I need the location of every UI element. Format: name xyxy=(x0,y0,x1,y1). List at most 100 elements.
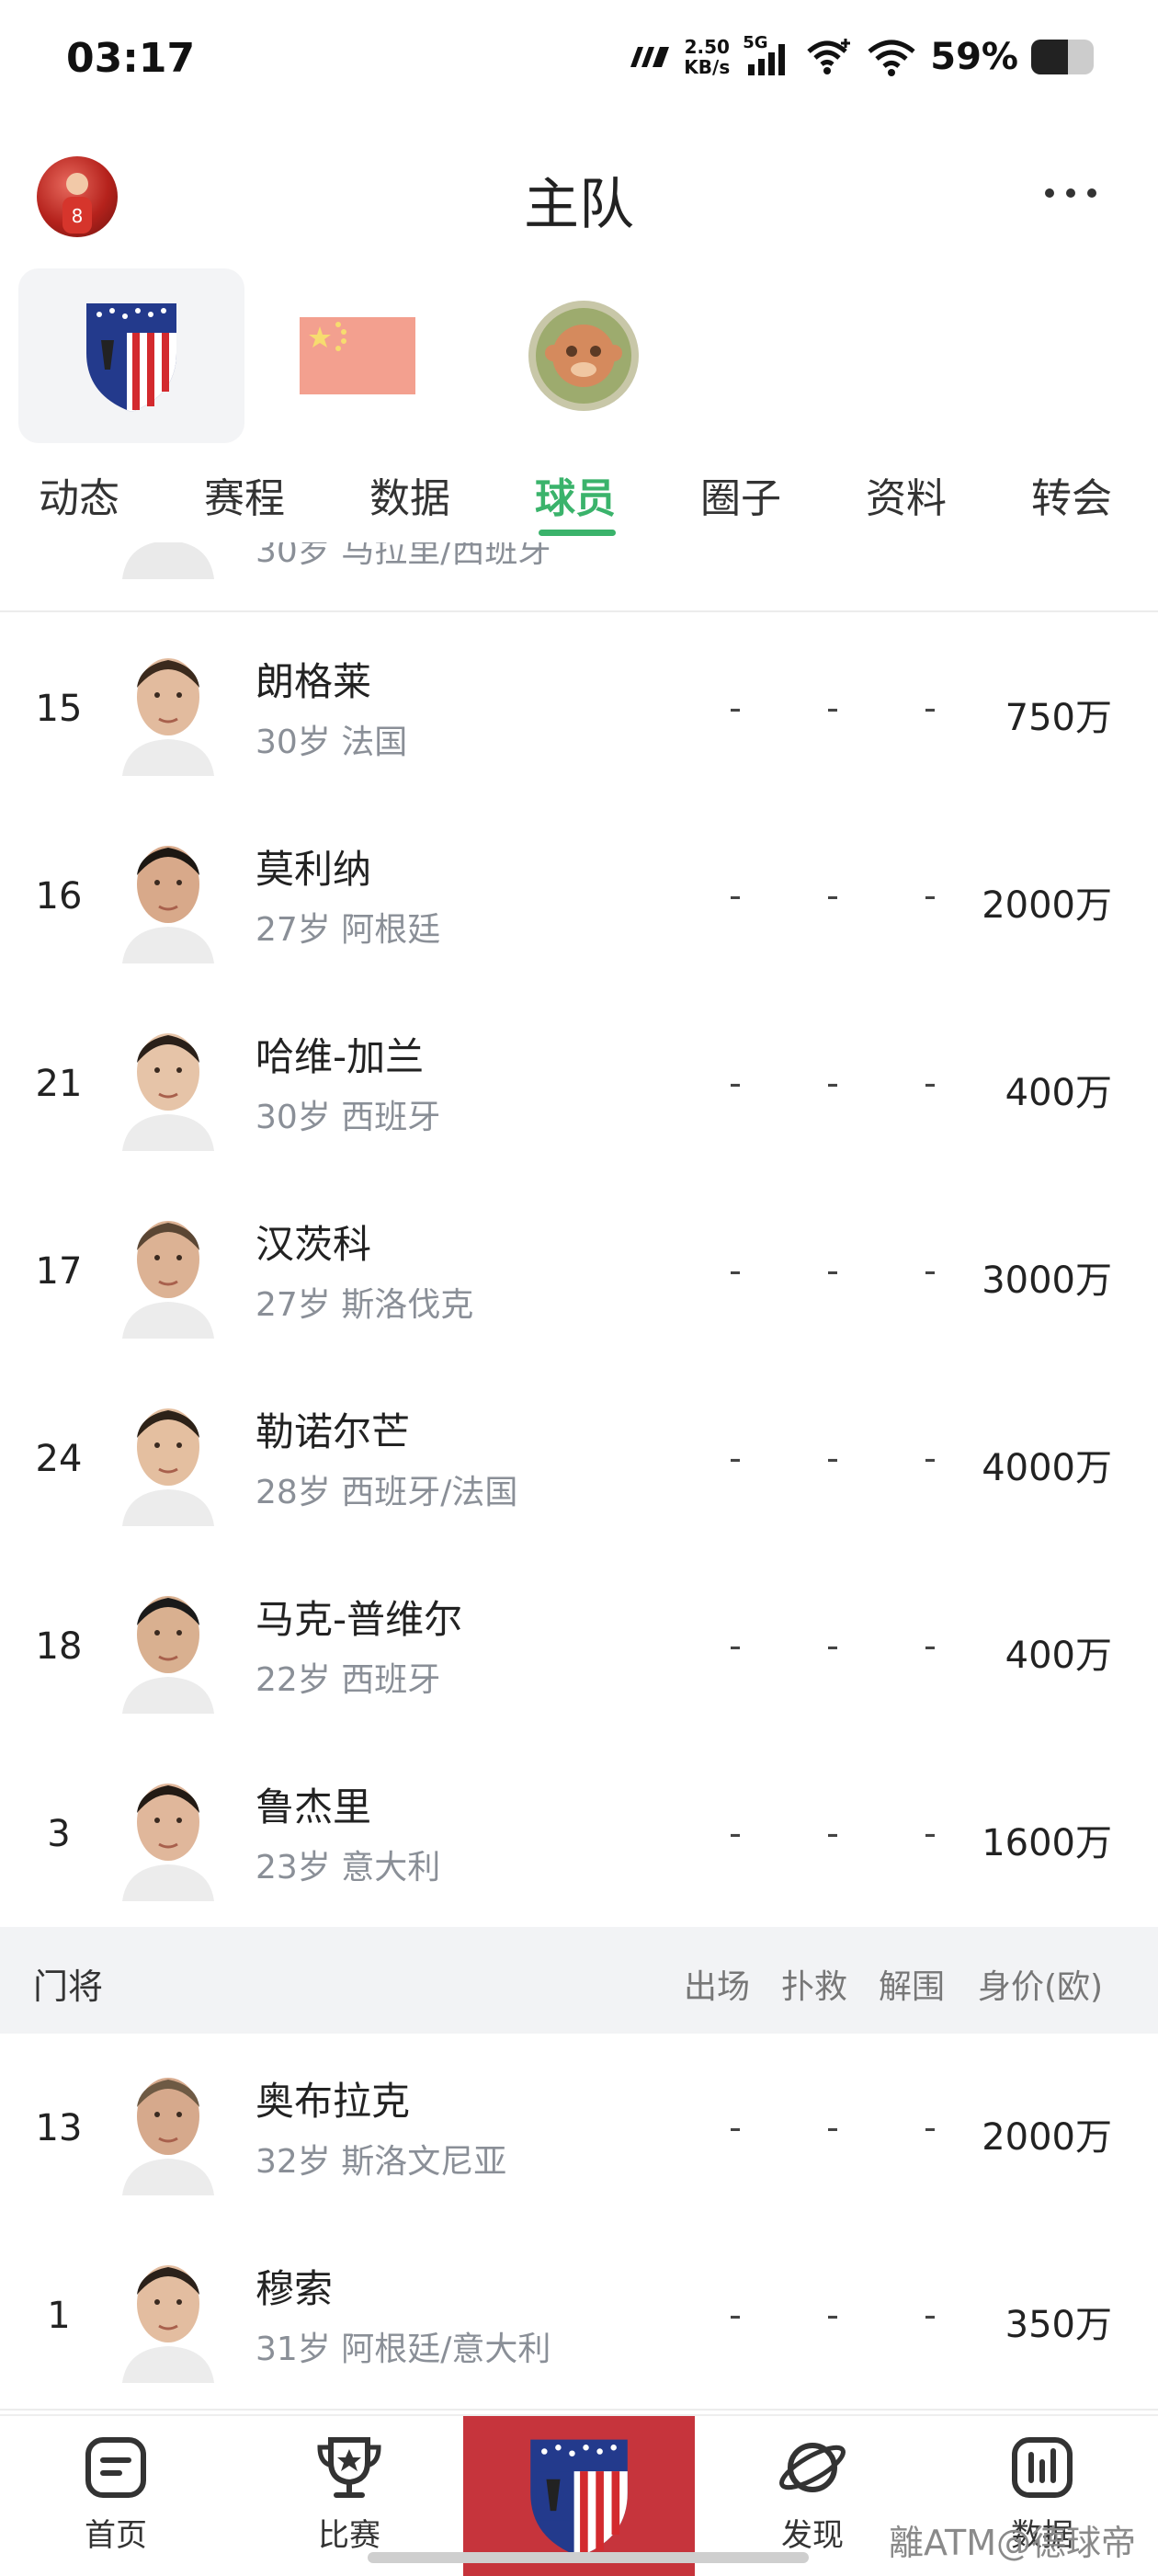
player-name: 朗格莱 xyxy=(255,659,372,704)
player-list: 30岁 马拉里/西班牙 15 朗格莱 30岁 法国 - - - 750万 16 莫利纳 27岁 阿… xyxy=(0,542,1158,2414)
tab-discover[interactable]: 发现 xyxy=(739,2434,886,2555)
player-number: 21 xyxy=(35,1063,83,1105)
player-info: 30岁 西班牙 xyxy=(255,1099,441,1136)
player-number: 24 xyxy=(35,1438,83,1480)
stat-appearances: - xyxy=(729,1438,742,1478)
tab-6[interactable]: 转会 xyxy=(1031,465,1112,524)
team-tab-atletico[interactable] xyxy=(18,268,244,443)
tab-home[interactable]: 首页 xyxy=(42,2434,189,2555)
section-title: 门将 xyxy=(33,1966,104,2007)
player-photo xyxy=(122,1408,214,1526)
atletico-madrid-crest-icon xyxy=(86,303,176,412)
stat-appearances: - xyxy=(729,688,742,728)
player-name: 哈维-加兰 xyxy=(255,1034,425,1079)
stat-saves: - xyxy=(826,1625,839,1666)
player-number: 3 xyxy=(47,1813,71,1855)
stat-saves: - xyxy=(826,2295,839,2335)
battery-level-fill xyxy=(1031,40,1069,74)
market-value: 400万 xyxy=(1005,1072,1112,1114)
player-photo xyxy=(122,542,214,579)
player-number: 16 xyxy=(35,875,83,918)
player-info: 31岁 阿根廷/意大利 xyxy=(255,2331,551,2368)
table-row[interactable]: 15 朗格莱 30岁 法国 - - -750万 xyxy=(0,614,1158,804)
stat-saves: - xyxy=(826,2107,839,2148)
player-photo xyxy=(122,1596,214,1714)
player-info: 27岁 斯洛伐克 xyxy=(255,1286,474,1324)
tab-0[interactable]: 动态 xyxy=(39,465,119,524)
table-row[interactable]: 16 莫利纳 27岁 阿根廷 - - -2000万 xyxy=(0,802,1158,991)
battery-icon xyxy=(1031,40,1094,74)
player-photo xyxy=(122,2265,214,2383)
tab-1[interactable]: 赛程 xyxy=(204,465,285,524)
player-number: 15 xyxy=(35,688,83,730)
team-tab-club[interactable] xyxy=(471,268,697,443)
table-row[interactable]: 24 勒诺尔芒 28岁 西班牙/法国 - - -4000万 xyxy=(0,1364,1158,1554)
bar-chart-icon xyxy=(1012,2437,1073,2498)
active-tab-indicator xyxy=(539,530,616,536)
player-name: 鲁杰里 xyxy=(255,1784,372,1829)
signal-brand-icon xyxy=(630,47,670,67)
column-header-appearances: 出场 xyxy=(684,1968,751,2006)
table-row-partial[interactable]: 30岁 马拉里/西班牙 xyxy=(0,542,1158,612)
player-photo xyxy=(122,846,214,963)
player-number: 17 xyxy=(35,1250,83,1293)
tab-matches[interactable]: 比赛 xyxy=(276,2434,423,2555)
tab-2[interactable]: 数据 xyxy=(369,465,450,524)
tab-4[interactable]: 圈子 xyxy=(700,465,781,524)
player-name: 穆索 xyxy=(255,2266,334,2311)
planet-icon xyxy=(779,2443,846,2492)
player-photo xyxy=(122,1033,214,1151)
stat-appearances: - xyxy=(729,1625,742,1666)
trophy-icon xyxy=(317,2437,381,2498)
stat-saves: - xyxy=(826,875,839,916)
network-speed: 2.50 KB/s xyxy=(684,36,731,78)
status-bar: 03:17 2.50 KB/s 5G 59% xyxy=(0,0,1158,123)
column-header-value: 身价(欧) xyxy=(978,1968,1104,2006)
table-row[interactable]: 17 汉茨科 27岁 斯洛伐克 - - -3000万 xyxy=(0,1177,1158,1366)
stat-saves: - xyxy=(826,1250,839,1291)
player-name: 莫利纳 xyxy=(255,847,372,892)
battery-percent: 59% xyxy=(930,36,1018,78)
stat-saves: - xyxy=(826,1813,839,1853)
player-number: 13 xyxy=(35,2107,83,2149)
section-header-goalkeepers: 门将 出场 扑救 解围 身价(欧) xyxy=(0,1927,1158,2034)
player-info: 28岁 西班牙/法国 xyxy=(255,1474,518,1511)
stat-appearances: - xyxy=(729,1813,742,1853)
stat-saves: - xyxy=(826,688,839,728)
tab-5[interactable]: 资料 xyxy=(866,465,947,524)
market-value: 350万 xyxy=(1005,2304,1112,2346)
stat-appearances: - xyxy=(729,875,742,916)
monkey-club-badge-icon xyxy=(528,301,639,411)
stat-appearances: - xyxy=(729,1063,742,1103)
wifi-plus-icon xyxy=(807,39,851,74)
team-selector xyxy=(18,268,697,443)
app-header: 8 主队 xyxy=(0,138,1158,254)
player-name: 马克-普维尔 xyxy=(255,1597,463,1642)
player-name: 汉茨科 xyxy=(255,1222,372,1267)
market-value: 2000万 xyxy=(982,2116,1112,2159)
tab-3[interactable]: 球员 xyxy=(535,465,616,524)
market-value: 3000万 xyxy=(982,1260,1112,1302)
player-number: 1 xyxy=(47,2295,71,2337)
section-tabs: 动态 赛程 数据 球员 圈子 资料 转会 xyxy=(0,458,1158,541)
status-time: 03:17 xyxy=(66,35,196,82)
player-photo xyxy=(122,1221,214,1339)
table-row[interactable]: 3 鲁杰里 23岁 意大利 - - -1600万 xyxy=(0,1739,1158,1929)
player-info: 23岁 意大利 xyxy=(255,1849,441,1886)
more-options-icon[interactable] xyxy=(1039,182,1103,204)
china-flag-icon xyxy=(300,317,415,394)
stat-appearances: - xyxy=(729,2107,742,2148)
market-value: 4000万 xyxy=(982,1447,1112,1489)
team-tab-china[interactable] xyxy=(244,268,471,443)
page-title: 主队 xyxy=(524,173,634,237)
player-info: 32岁 斯洛文尼亚 xyxy=(255,2143,507,2181)
table-row[interactable]: 21 哈维-加兰 30岁 西班牙 - - -400万 xyxy=(0,989,1158,1179)
table-row[interactable]: 13 奥布拉克 32岁 斯洛文尼亚 - - -2000万 xyxy=(0,2034,1158,2223)
stat-appearances: - xyxy=(729,2295,742,2335)
table-row[interactable]: 18 马克-普维尔 22岁 西班牙 - - -400万 xyxy=(0,1552,1158,1741)
table-row[interactable]: 1 穆索 31岁 阿根廷/意大利 - - -350万 xyxy=(0,2221,1158,2411)
home-indicator[interactable] xyxy=(368,2552,809,2563)
player-info: 27岁 阿根廷 xyxy=(255,911,441,949)
stat-appearances: - xyxy=(729,1250,742,1291)
column-header-clearances: 解围 xyxy=(879,1968,946,2006)
